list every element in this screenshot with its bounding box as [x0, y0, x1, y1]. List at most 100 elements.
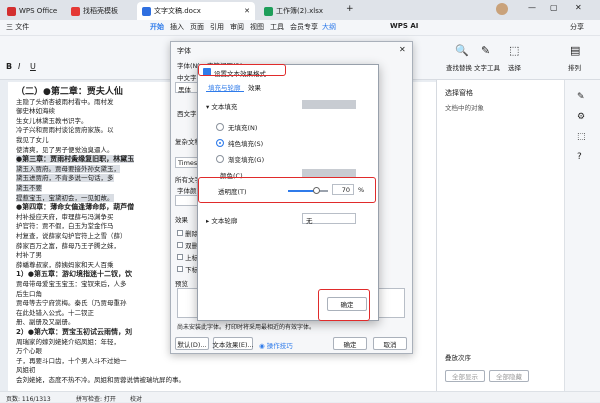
document-line: 子，再要斗口齿，十个男人斗不过她一	[16, 356, 127, 365]
complex-font-select[interactable]: Times	[175, 157, 199, 168]
order-label: 叠放次序	[445, 354, 471, 362]
effects-label: 效果	[175, 216, 188, 224]
tab-label: 工作簿(2).xlsx	[276, 7, 324, 15]
document-line: 护官符：贾不假，白玉为堂金作马	[16, 222, 114, 231]
close-icon[interactable]: ✕	[399, 45, 406, 54]
menu-reference[interactable]: 引用	[210, 22, 224, 32]
effect-superscript[interactable]: 上标	[177, 252, 198, 262]
document-line: 使清爽，见了男子便觉浊臭逼人。	[16, 145, 114, 154]
chinese-font-select[interactable]: 黑体	[175, 82, 199, 94]
document-line: 主隐了头娇杏被雨村看中。雨村发	[16, 97, 114, 106]
pane-title: 选择窗格	[445, 89, 473, 97]
effect-double-strikethrough[interactable]: 双删	[177, 240, 198, 250]
avatar[interactable]	[496, 3, 508, 15]
menu-insert[interactable]: 插入	[170, 22, 184, 32]
solid-fill-option[interactable]: 纯色填充(S)	[216, 138, 263, 148]
radio-selected[interactable]	[216, 139, 224, 147]
sheet-icon	[264, 6, 273, 16]
text-fill-section[interactable]: ▾ 文本填充	[206, 101, 237, 111]
template-icon	[71, 6, 80, 16]
select-icon[interactable]: ⬚	[509, 44, 519, 57]
font-size-box[interactable]	[44, 42, 84, 53]
menu-tools[interactable]: 工具	[270, 22, 284, 32]
tab-wps-office[interactable]: WPS Office	[2, 2, 62, 20]
selection-pane: 选择窗格 文档中的对象 叠放次序 全部显示 全部隐藏	[436, 80, 564, 391]
document-line: 冷子兴和贾雨村谈论贾府家族。以	[16, 126, 114, 135]
effect-strikethrough[interactable]: 删除	[177, 228, 198, 238]
document-line: 风姐初	[16, 366, 36, 375]
find-icon[interactable]: 🔍	[455, 44, 469, 57]
italic-icon[interactable]: I	[18, 62, 20, 71]
checkbox[interactable]	[177, 254, 183, 260]
menu-member[interactable]: 会员专享	[290, 22, 318, 32]
no-fill-option[interactable]: 无填充(N)	[216, 122, 257, 132]
underline-icon[interactable]: U	[30, 62, 36, 71]
layout-icon[interactable]: ▤	[570, 44, 580, 57]
text-tool-button[interactable]: 文字工具	[474, 62, 500, 72]
western-font-label: 西文字	[177, 110, 197, 118]
annotation-transparency-highlight	[198, 177, 376, 203]
hide-all-button[interactable]: 全部隐藏	[489, 370, 529, 382]
wps-ai-button[interactable]: WPS AI	[390, 22, 418, 30]
document-line: 周瑞家的嫁刘姥姥介绍凤姐：年轻，	[16, 337, 120, 346]
text-outline-section[interactable]: ▸ 文本轮廓	[206, 215, 237, 225]
layout-button[interactable]: 排列	[568, 62, 581, 72]
tab-template[interactable]: 找稻壳模板	[66, 2, 123, 20]
share-button[interactable]: 分享	[570, 22, 584, 32]
radio[interactable]	[216, 123, 224, 131]
format-icon[interactable]: ⚙	[577, 112, 585, 122]
document-line: 册、副册及又副册。	[16, 318, 75, 327]
checkbox[interactable]	[177, 230, 183, 236]
select-pane-icon[interactable]: ⬚	[577, 132, 586, 142]
dialog-title: 字体	[177, 47, 191, 55]
menu-outline[interactable]: 大纲	[322, 22, 336, 32]
document-line: 万个心眼	[16, 347, 42, 356]
ok-button[interactable]: 确定	[333, 337, 367, 350]
document-line: 黛玉入贾府。贾母要接外孙女黛玉，	[16, 164, 120, 173]
document-line: 薛家百万之富，薛母乃王子腾之妹，	[16, 241, 120, 250]
document-line: 我见了女儿	[16, 136, 49, 144]
font-color-label: 字体颜	[177, 187, 197, 195]
tab-document[interactable]: 文字文稿.docx ✕	[137, 2, 255, 20]
menu-page[interactable]: 页面	[190, 22, 204, 32]
pin-icon[interactable]: ✎	[577, 92, 585, 102]
maximize-icon[interactable]: ▢	[550, 3, 558, 12]
default-button[interactable]: 默认(D)...	[175, 337, 209, 350]
text-tool-icon[interactable]: ✎	[481, 44, 490, 57]
help-icon[interactable]: ?	[577, 152, 582, 162]
minimize-icon[interactable]: —	[528, 3, 536, 12]
close-window-icon[interactable]: ✕	[575, 3, 582, 12]
bold-icon[interactable]: B	[6, 62, 12, 71]
new-tab-icon[interactable]: +	[346, 4, 354, 14]
tab-sheet[interactable]: 工作簿(2).xlsx	[259, 2, 328, 20]
effect-subscript[interactable]: 下标	[177, 264, 198, 274]
document-line: 后生口角	[16, 289, 42, 298]
text-effects-button[interactable]: 文本效果(E)...	[212, 337, 254, 350]
tab-bar: WPS Office 找稻壳模板 文字文稿.docx ✕ 工作簿(2).xlsx…	[0, 0, 600, 20]
chinese-font-label: 中文字	[177, 74, 197, 82]
radio[interactable]	[216, 155, 224, 163]
font-color-select[interactable]	[175, 195, 199, 206]
document-line: 村补授应天府，审理薛与冯渊争买	[16, 212, 114, 221]
document-line: 在此处错入公式。十二钗正	[16, 308, 94, 317]
menu-view[interactable]: 视图	[250, 22, 264, 32]
menu-home[interactable]: 开始	[150, 22, 164, 32]
outline-select[interactable]: 无	[302, 213, 356, 225]
show-all-button[interactable]: 全部显示	[445, 370, 485, 382]
right-toolbar: ✎ ⚙ ⬚ ?	[564, 80, 600, 391]
fill-color-preview[interactable]	[302, 100, 356, 109]
tips-link[interactable]: ◉ 操作技巧	[259, 340, 293, 350]
file-menu[interactable]: 三 文件	[6, 22, 29, 32]
tab-effects[interactable]: 效果	[248, 82, 261, 92]
checkbox[interactable]	[177, 242, 183, 248]
select-button[interactable]: 选择	[508, 62, 521, 72]
find-replace-button[interactable]: 查找替换	[446, 62, 472, 72]
close-icon[interactable]: ✕	[244, 7, 250, 15]
document-line: 会刘姥姥，态度不热不冷。凤姐和贾蓉说情被瑞坑屏的事。	[16, 376, 185, 384]
active-tab-indicator	[206, 91, 244, 92]
gradient-fill-option[interactable]: 渐变填充(G)	[216, 154, 264, 164]
checkbox[interactable]	[177, 266, 183, 272]
wps-logo-icon	[7, 6, 16, 16]
cancel-button[interactable]: 取消	[373, 337, 407, 350]
menu-review[interactable]: 审阅	[230, 22, 244, 32]
